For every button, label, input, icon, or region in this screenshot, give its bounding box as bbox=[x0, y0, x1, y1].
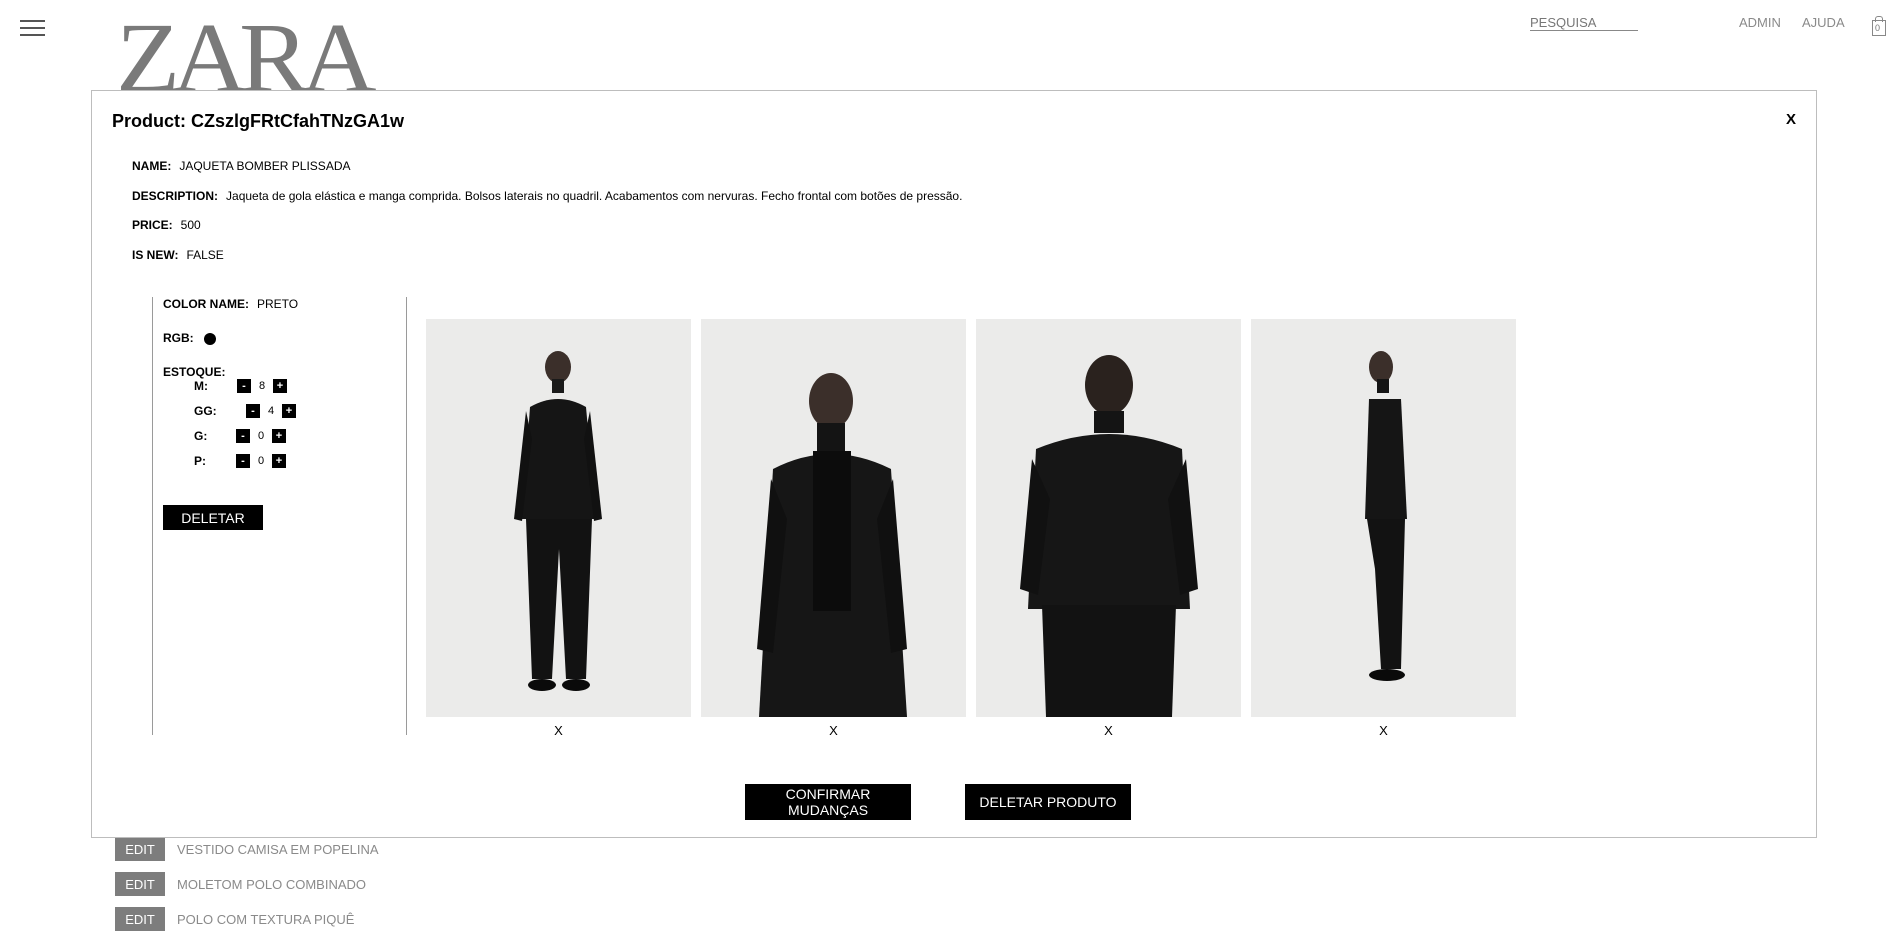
edit-button[interactable]: EDIT bbox=[115, 907, 165, 931]
stock-row: P: - 0 + bbox=[194, 454, 286, 468]
is-new-label: IS NEW: bbox=[132, 248, 179, 262]
is-new-value: FALSE bbox=[186, 248, 224, 262]
stock-qty: 4 bbox=[267, 405, 275, 417]
size-label: P: bbox=[194, 454, 206, 468]
product-modal: Product: CZszlgFRtCfahTNzGA1w X NAME: JAQ… bbox=[91, 90, 1817, 838]
color-name-label: COLOR NAME: bbox=[163, 297, 249, 311]
product-name: MOLETOM POLO COMBINADO bbox=[177, 876, 367, 892]
product-image bbox=[426, 319, 691, 717]
rgb-field: RGB: bbox=[163, 331, 216, 345]
color-variant-panel[interactable]: COLOR NAME: PRETO RGB: ESTOQUE: M: - 8 + … bbox=[152, 297, 1782, 781]
size-label: M: bbox=[194, 379, 208, 393]
delete-product-button[interactable]: DELETAR PRODUTO bbox=[965, 784, 1131, 820]
divider bbox=[152, 297, 153, 735]
increase-button[interactable]: + bbox=[272, 429, 286, 443]
stock-label: ESTOQUE: bbox=[163, 365, 226, 379]
product-image bbox=[976, 319, 1241, 717]
model-back-image bbox=[1020, 355, 1198, 717]
remove-image-button[interactable]: X bbox=[1251, 723, 1516, 738]
cart-count: 0 bbox=[1875, 23, 1881, 33]
confirm-changes-button[interactable]: CONFIRMAR MUDANÇAS bbox=[745, 784, 911, 820]
divider bbox=[406, 297, 407, 735]
edit-button[interactable]: EDIT bbox=[115, 837, 165, 861]
description-field: DESCRIPTION: Jaqueta de gola elástica e m… bbox=[132, 189, 962, 203]
increase-button[interactable]: + bbox=[272, 454, 286, 468]
remove-image-button[interactable]: X bbox=[426, 723, 691, 738]
remove-image-button[interactable]: X bbox=[701, 723, 966, 738]
stock-row: G: - 0 + bbox=[194, 429, 286, 443]
stock-row: M: - 8 + bbox=[194, 379, 287, 393]
close-button[interactable]: X bbox=[1786, 111, 1796, 128]
help-link[interactable]: AJUDA bbox=[1802, 15, 1845, 30]
price-value: 500 bbox=[180, 218, 201, 232]
decrease-button[interactable]: - bbox=[236, 429, 250, 443]
menu-icon[interactable] bbox=[20, 20, 45, 38]
description-label: DESCRIPTION: bbox=[132, 189, 219, 203]
remove-image-button[interactable]: X bbox=[976, 723, 1241, 738]
model-side-image bbox=[1365, 351, 1407, 681]
description-value: Jaqueta de gola elástica e manga comprid… bbox=[226, 189, 963, 203]
stock-row: GG: - 4 + bbox=[194, 404, 296, 418]
list-item: EDIT MOLETOM POLO COMBINADO bbox=[115, 872, 366, 896]
name-value: JAQUETA BOMBER PLISSADA bbox=[179, 159, 351, 173]
search-input[interactable] bbox=[1530, 14, 1638, 31]
product-image bbox=[1251, 319, 1516, 717]
name-field: NAME: JAQUETA BOMBER PLISSADA bbox=[132, 159, 351, 173]
product-name: VESTIDO CAMISA EM POPELINA bbox=[177, 841, 379, 857]
increase-button[interactable]: + bbox=[273, 379, 287, 393]
stock-qty: 0 bbox=[257, 430, 265, 442]
model-front-full-image bbox=[514, 351, 602, 691]
size-label: G: bbox=[194, 429, 208, 443]
shopping-bag-icon[interactable]: 0 bbox=[1872, 16, 1888, 36]
is-new-field: IS NEW: FALSE bbox=[132, 248, 224, 262]
rgb-label: RGB: bbox=[163, 331, 194, 345]
list-item: EDIT VESTIDO CAMISA EM POPELINA bbox=[115, 837, 379, 861]
price-field: PRICE: 500 bbox=[132, 218, 201, 232]
decrease-button[interactable]: - bbox=[236, 454, 250, 468]
admin-link[interactable]: ADMIN bbox=[1739, 15, 1781, 30]
product-name: POLO COM TEXTURA PIQUÊ bbox=[177, 911, 355, 927]
price-label: PRICE: bbox=[132, 218, 173, 232]
decrease-button[interactable]: - bbox=[246, 404, 260, 418]
color-name-field: COLOR NAME: PRETO bbox=[163, 297, 298, 311]
size-label: GG: bbox=[194, 404, 217, 418]
stock-qty: 0 bbox=[257, 455, 265, 467]
edit-button[interactable]: EDIT bbox=[115, 872, 165, 896]
increase-button[interactable]: + bbox=[282, 404, 296, 418]
stock-qty: 8 bbox=[258, 380, 266, 392]
modal-title: Product: CZszlgFRtCfahTNzGA1w bbox=[112, 111, 404, 131]
list-item: EDIT POLO COM TEXTURA PIQUÊ bbox=[115, 907, 354, 931]
model-front-close-image bbox=[757, 373, 907, 717]
decrease-button[interactable]: - bbox=[237, 379, 251, 393]
name-label: NAME: bbox=[132, 159, 172, 173]
color-swatch bbox=[203, 332, 216, 345]
color-name-value: PRETO bbox=[257, 297, 299, 311]
product-image bbox=[701, 319, 966, 717]
stock-field: ESTOQUE: bbox=[163, 365, 233, 379]
delete-color-button[interactable]: DELETAR bbox=[163, 505, 263, 530]
